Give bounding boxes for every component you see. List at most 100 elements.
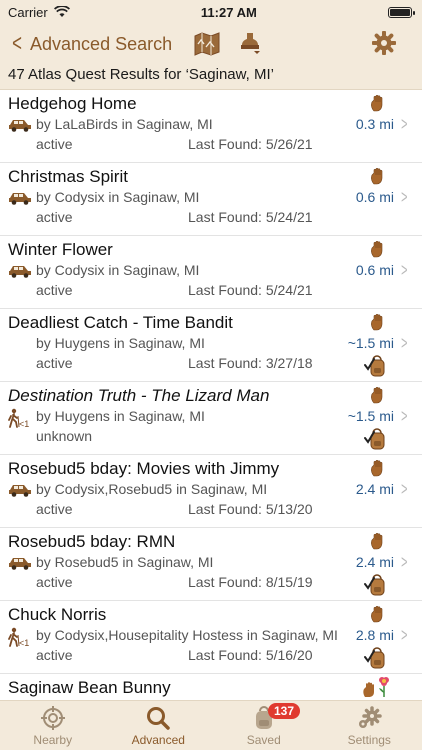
battery-icon <box>388 6 415 18</box>
chevron-right-icon: > <box>401 479 408 499</box>
back-label: Advanced Search <box>30 33 173 54</box>
stamp-icon[interactable] <box>238 31 262 57</box>
result-row[interactable]: Saginaw Bean Bunny <box>0 674 422 700</box>
chevron-right-icon: > <box>401 260 408 280</box>
tab-settings-label: Settings <box>347 733 391 747</box>
hand-flower-icon <box>362 676 392 700</box>
tab-bar: Nearby Advanced 137 Saved Settings <box>0 700 422 750</box>
chevron-right-icon: > <box>401 333 408 353</box>
result-owner: by Codysix,Rosebud5 in Saginaw, MI <box>36 481 268 497</box>
carrier-label: Carrier <box>8 4 48 20</box>
chevron-right-icon: > <box>401 406 408 426</box>
clock: 11:27 AM <box>200 4 257 20</box>
hiker-icon: <1 <box>8 627 30 652</box>
gear-icon[interactable] <box>372 31 396 55</box>
result-row[interactable]: Deadliest Catch - Time Bandit by Huygens … <box>0 309 422 382</box>
car-icon <box>8 118 32 137</box>
map-icon[interactable] <box>194 32 220 56</box>
result-title: Saginaw Bean Bunny <box>8 678 171 697</box>
result-status: active <box>36 647 73 663</box>
found-backpack-icon <box>364 428 388 455</box>
result-distance: 0.6 mi <box>355 189 394 205</box>
result-status: unknown <box>36 428 93 444</box>
gears-icon <box>359 706 382 728</box>
hand-icon <box>370 313 386 336</box>
result-last-found: Last Found: 5/26/21 <box>188 136 313 152</box>
result-distance: 2.4 mi <box>355 481 394 497</box>
result-last-found: Last Found: 5/13/20 <box>188 501 313 517</box>
result-distance: ~1.5 mi <box>347 335 394 351</box>
result-status: active <box>36 282 73 298</box>
result-distance: 0.3 mi <box>355 116 394 132</box>
hand-icon <box>370 94 386 117</box>
tab-saved-label: Saved <box>246 733 281 747</box>
tab-advanced[interactable]: Advanced <box>106 701 212 750</box>
results-header: 47 Atlas Quest Results for ‘Saginaw, MI’ <box>0 64 422 90</box>
car-icon <box>8 191 32 210</box>
result-row[interactable]: Chuck Norris <1 by Codysix,Housepitality H… <box>0 601 422 674</box>
hand-icon <box>370 240 386 263</box>
result-distance: 2.8 mi <box>355 627 394 643</box>
result-last-found: Last Found: 5/24/21 <box>188 209 313 225</box>
chevron-right-icon: > <box>401 187 408 207</box>
result-status: active <box>36 209 73 225</box>
car-icon <box>8 556 32 575</box>
result-row[interactable]: Winter Flower by Codysix in Saginaw, MI ac… <box>0 236 422 309</box>
result-title: Winter Flower <box>8 240 113 259</box>
result-distance: ~1.5 mi <box>347 408 394 424</box>
result-title: Rosebud5 bday: Movies with Jimmy <box>8 459 280 478</box>
hand-icon <box>370 167 386 190</box>
crosshair-icon <box>40 706 65 730</box>
hand-icon <box>370 532 386 555</box>
result-status: active <box>36 574 73 590</box>
result-last-found: Last Found: 5/16/20 <box>188 647 313 663</box>
result-status: active <box>36 136 73 152</box>
found-backpack-icon <box>364 647 388 674</box>
found-backpack-icon <box>364 355 388 382</box>
chevron-left-icon: < <box>12 30 22 57</box>
back-button[interactable]: < Advanced Search <box>0 32 172 56</box>
result-row[interactable]: Destination Truth - The Lizard Man <1 by H… <box>0 382 422 455</box>
tab-advanced-label: Advanced <box>131 733 185 747</box>
result-status: active <box>36 501 73 517</box>
tab-nearby[interactable]: Nearby <box>0 701 106 750</box>
tab-saved[interactable]: 137 Saved <box>211 701 317 750</box>
chevron-right-icon: > <box>401 114 408 134</box>
result-status: active <box>36 355 73 371</box>
result-title: Christmas Spirit <box>8 167 128 186</box>
result-last-found: Last Found: 3/27/18 <box>188 355 313 371</box>
nav-bar: < Advanced Search <box>0 24 422 64</box>
result-owner: by Codysix in Saginaw, MI <box>36 262 200 278</box>
status-bar: Carrier 11:27 AM <box>0 0 422 24</box>
result-owner: by Codysix,Housepitality Hostess in Sagi… <box>36 627 338 643</box>
result-row[interactable]: Rosebud5 bday: RMN by Rosebud5 in Saginaw… <box>0 528 422 601</box>
result-row[interactable]: Rosebud5 bday: Movies with Jimmy by Codys… <box>0 455 422 528</box>
hike-distance-label: <1 <box>19 638 30 648</box>
status-left: Carrier <box>8 5 70 20</box>
result-row[interactable]: Christmas Spirit by Codysix in Saginaw, M… <box>0 163 422 236</box>
result-owner: by Huygens in Saginaw, MI <box>36 335 205 351</box>
result-title: Hedgehog Home <box>8 94 137 113</box>
result-last-found: Last Found: 5/24/21 <box>188 282 313 298</box>
hand-icon <box>370 386 386 409</box>
result-row[interactable]: Hedgehog Home by LaLaBirds in Saginaw, MI… <box>0 90 422 163</box>
search-icon <box>147 707 170 730</box>
result-title: Rosebud5 bday: RMN <box>8 532 176 551</box>
saved-badge: 137 <box>268 703 301 719</box>
chevron-right-icon: > <box>401 552 408 572</box>
hiker-icon: <1 <box>8 408 30 433</box>
tab-nearby-label: Nearby <box>33 733 73 747</box>
result-title: Chuck Norris <box>8 605 107 624</box>
result-distance: 2.4 mi <box>355 554 394 570</box>
tab-settings[interactable]: Settings <box>317 701 422 750</box>
hand-icon <box>370 605 386 628</box>
status-right <box>388 6 415 18</box>
car-icon <box>8 264 32 283</box>
result-last-found: Last Found: 8/15/19 <box>188 574 313 590</box>
wifi-icon <box>53 6 70 17</box>
result-title: Deadliest Catch - Time Bandit <box>8 313 233 332</box>
car-icon <box>8 483 32 502</box>
chevron-right-icon: > <box>401 625 408 645</box>
result-owner: by LaLaBirds in Saginaw, MI <box>36 116 213 132</box>
results-list: Hedgehog Home by LaLaBirds in Saginaw, MI… <box>0 90 422 700</box>
